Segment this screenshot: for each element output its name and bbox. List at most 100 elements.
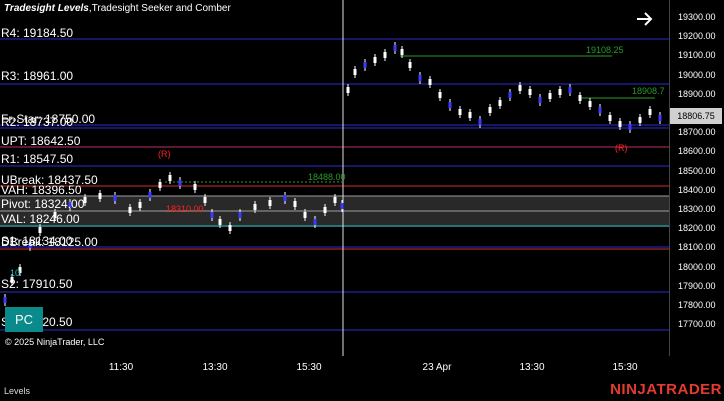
price-tick-label: 17800.00 — [678, 300, 716, 310]
candle-body — [418, 75, 422, 81]
arrow-right-icon[interactable] — [634, 8, 656, 30]
price-tick-label: 19300.00 — [678, 12, 716, 22]
candle-body — [340, 203, 344, 209]
candle-body — [383, 52, 387, 58]
candle-body — [323, 207, 327, 213]
candle-body — [313, 219, 317, 225]
candle-body — [363, 62, 367, 68]
candle-body — [628, 124, 632, 130]
level-label: R3: 18961.00 — [1, 69, 74, 83]
ninjatrader-logo: NINJATRADER — [610, 381, 722, 398]
price-tick-label: 18300.00 — [678, 204, 716, 214]
price-tick-label: 18400.00 — [678, 184, 716, 195]
candle-body — [168, 175, 172, 181]
copyright-text: © 2025 NinjaTrader, LLC — [5, 337, 105, 347]
current-price-callout: 18806.75 — [670, 108, 722, 124]
red-level-label: 18310.00 — [166, 204, 204, 214]
candle-body — [138, 202, 142, 208]
candle-body — [408, 62, 412, 68]
level-label: DBreak: 18125.00 — [1, 235, 98, 249]
candle-body — [393, 45, 397, 51]
level-label: S2: 17910.50 — [1, 277, 73, 291]
pc-button[interactable]: PC — [5, 307, 43, 332]
green-level-label-3: 18488.00 — [308, 172, 346, 182]
time-tick-label: 11:30 — [108, 362, 134, 373]
price-tick-label: 18700.00 — [678, 127, 716, 138]
r-marker-1: (R) — [158, 149, 171, 159]
time-tick-label: 13:30 — [202, 362, 228, 373]
time-tick-label: 15:30 — [296, 362, 322, 373]
candle-body — [558, 89, 562, 95]
candle-body — [438, 92, 442, 98]
candle-body — [38, 227, 42, 233]
price-axis[interactable]: 19300.00 19200.00 19100.00 19000.00 18900.00… — [669, 0, 724, 356]
candle-body — [178, 180, 182, 186]
candle-body — [193, 184, 197, 190]
candle-body — [3, 297, 7, 303]
price-tick-label: 19000.00 — [678, 69, 716, 80]
time-tick-label: 15:30 — [612, 362, 638, 373]
candle-body — [373, 57, 377, 63]
candle-body — [498, 100, 502, 106]
candle-body — [548, 93, 552, 99]
candle-body — [238, 212, 242, 218]
price-tick-label: 18100.00 — [678, 242, 716, 253]
candle-body — [353, 69, 357, 75]
candle-body — [458, 109, 462, 115]
candle-body — [346, 87, 350, 93]
candle-body — [518, 85, 522, 91]
price-tick-label: 19100.00 — [678, 50, 716, 61]
r-marker-2: (R) — [615, 143, 628, 153]
price-tick-label: 18200.00 — [678, 223, 716, 234]
level-label: UPT: 18642.50 — [1, 134, 81, 148]
candle-body — [508, 92, 512, 98]
candle-body — [400, 49, 404, 55]
level-label: Pivot: 18324.00 — [1, 197, 85, 211]
green-level-label-1: 19108.25 — [586, 45, 624, 55]
candle-body — [488, 107, 492, 113]
level-label: VAH: 18396.50 — [1, 183, 82, 197]
cyan-level-label: 10 — [10, 268, 21, 278]
time-tick-label: 13:30 — [519, 362, 545, 373]
candle-body — [588, 101, 592, 107]
candle-body — [658, 115, 662, 121]
candle-body — [148, 192, 152, 198]
candle-body — [333, 197, 337, 203]
candle-body — [283, 195, 287, 201]
candle-body — [578, 95, 582, 101]
candle-body — [538, 97, 542, 103]
price-tick-label: 19200.00 — [678, 31, 716, 42]
price-tick-label: 17700.00 — [678, 319, 716, 330]
price-tick-label: 17900.00 — [678, 280, 716, 291]
candle-body — [268, 200, 272, 206]
candle-body — [528, 89, 532, 95]
candle-body — [303, 212, 307, 218]
candle-body — [648, 109, 652, 115]
level-label: R1: 18547.50 — [1, 152, 74, 166]
candle-body — [210, 212, 214, 218]
tab-levels[interactable]: Levels — [4, 386, 30, 396]
chart-title: Tradesight Levels,Tradesight Seeker and … — [4, 3, 231, 14]
level-label: R2: 18737.00 — [1, 115, 74, 129]
candle-body — [113, 195, 117, 201]
price-tick-label: 18000.00 — [678, 261, 716, 272]
time-tick-label: 23 Apr — [422, 362, 452, 373]
chart-area[interactable]: Tradesight Levels,Tradesight Seeker and … — [0, 0, 669, 356]
candle-body — [478, 119, 482, 125]
price-tick-label: 18500.00 — [678, 165, 716, 176]
green-level-label-2: 18908.7 — [632, 86, 665, 96]
candle-body — [228, 225, 232, 231]
candle-body — [638, 117, 642, 123]
candle-body — [158, 182, 162, 188]
candle-body — [203, 197, 207, 203]
candle-body — [428, 79, 432, 85]
candle-body — [128, 207, 132, 213]
time-axis[interactable]: 11:30 13:30 15:30 23 Apr 13:30 15:30 — [0, 356, 669, 378]
candle-body — [218, 219, 222, 225]
price-tick-label: 18600.00 — [678, 146, 716, 157]
price-tick-label: 18900.00 — [678, 88, 716, 99]
candle-body — [293, 201, 297, 207]
candle-body — [618, 121, 622, 127]
candle-body — [608, 115, 612, 121]
candle-body — [598, 107, 602, 113]
